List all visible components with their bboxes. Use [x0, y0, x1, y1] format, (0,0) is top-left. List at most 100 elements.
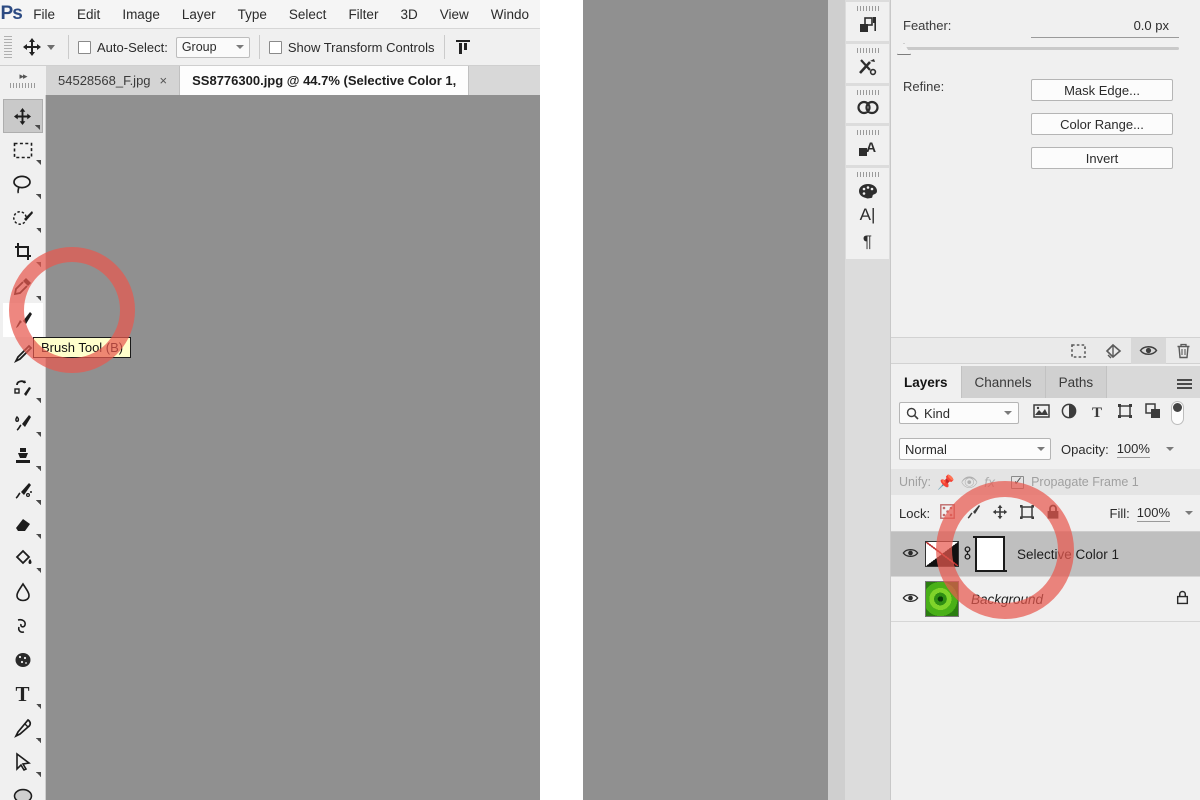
layer-thumbnail-image[interactable] — [925, 581, 959, 617]
layer-filter-kind-dropdown[interactable]: Kind — [899, 402, 1019, 424]
align-top-edges-icon[interactable] — [454, 38, 472, 56]
show-transform-controls-checkbox[interactable] — [268, 40, 282, 54]
menu-item-3d[interactable]: 3D — [389, 0, 428, 29]
tool-flyout-indicator — [35, 296, 41, 301]
lock-artboard-icon[interactable] — [1019, 504, 1035, 523]
table-row[interactable]: Selective Color 1 — [891, 532, 1200, 577]
tool-clone-stamp-tool[interactable] — [3, 371, 43, 405]
tool-lasso-tool[interactable] — [3, 167, 43, 201]
panel-grip-dots — [10, 83, 36, 88]
layer-mask-link-icon[interactable] — [959, 544, 975, 565]
feather-value[interactable]: 0.0 px — [1134, 18, 1169, 33]
menu-item-window[interactable]: Windo — [480, 0, 540, 29]
layer-visibility-toggle[interactable] — [895, 546, 925, 562]
shape-layers-icon[interactable] — [1113, 403, 1137, 423]
menu-item-filter[interactable]: Filter — [337, 0, 389, 29]
type-layers-icon[interactable]: T — [1085, 405, 1109, 422]
invert-button[interactable]: Invert — [1031, 147, 1173, 169]
document-tab-1[interactable]: 54528568_F.jpg × — [46, 66, 181, 95]
dock-tool-presets[interactable] — [846, 44, 889, 83]
unify-style-icon[interactable]: fx — [984, 474, 995, 490]
document-tab-2[interactable]: SS8776300.jpg @ 44.7% (Selective Color 1… — [180, 66, 470, 95]
canvas-area-middle[interactable] — [583, 0, 845, 800]
tool-type-tool[interactable]: T — [3, 677, 43, 711]
character-icon[interactable]: A| — [860, 206, 876, 223]
tool-pen-tool[interactable] — [3, 711, 43, 745]
layer-thumbnail-adjustment[interactable] — [925, 541, 959, 567]
right-panel-dock: Feather: 0.0 px Refine: Mask Edge... Col… — [890, 0, 1200, 800]
tool-crop-tool[interactable] — [3, 235, 43, 269]
auto-select-label: Auto-Select: — [97, 39, 168, 55]
tool-move-tool[interactable] — [2, 99, 43, 133]
tool-quick-selection-tool[interactable] — [3, 201, 43, 235]
propagate-frame-checkbox[interactable] — [1011, 474, 1025, 489]
panel-menu-icon[interactable] — [1177, 379, 1192, 390]
menu-item-view[interactable]: View — [429, 0, 480, 29]
unify-position-icon[interactable]: 📌 — [937, 474, 954, 491]
menu-item-file[interactable]: File — [22, 0, 66, 29]
toggle-mask-visibility-icon[interactable] — [1131, 337, 1166, 364]
pixel-layers-icon[interactable] — [1029, 404, 1053, 422]
tab-channels[interactable]: Channels — [961, 366, 1046, 398]
swatches-icon[interactable] — [857, 182, 879, 201]
tool-blur-tool[interactable] — [3, 575, 43, 609]
tool-sponge-tool[interactable] — [3, 643, 43, 677]
panel-dock-strip: A A| ¶ — [845, 0, 890, 800]
menu-item-image[interactable]: Image — [111, 0, 171, 29]
tool-eyedropper-tool[interactable] — [3, 269, 43, 303]
mask-edge-button[interactable]: Mask Edge... — [1031, 79, 1173, 101]
chevron-down-icon[interactable] — [1165, 447, 1174, 451]
lock-position-icon[interactable] — [992, 504, 1008, 523]
tool-panel-collapse-toggle[interactable]: ▸▸ — [0, 66, 46, 95]
lock-image-pixels-icon[interactable] — [966, 504, 981, 522]
chevron-down-icon[interactable] — [1185, 511, 1193, 515]
tool-dodge-tool[interactable] — [3, 609, 43, 643]
unify-visibility-icon[interactable]: 👁 — [960, 474, 978, 491]
dock-cc-libraries[interactable] — [846, 86, 889, 123]
tab-layers[interactable]: Layers — [891, 366, 962, 398]
tool-flyout-indicator — [35, 262, 41, 267]
dock-layer-comps[interactable] — [846, 2, 889, 41]
layer-name[interactable]: Selective Color 1 — [1017, 547, 1119, 562]
apply-mask-icon[interactable] — [1096, 338, 1131, 364]
lock-all-icon[interactable] — [1046, 504, 1060, 523]
opacity-value[interactable]: 100% — [1116, 441, 1150, 458]
menu-item-select[interactable]: Select — [278, 0, 338, 29]
auto-select-checkbox[interactable] — [78, 40, 91, 54]
tool-path-selection-tool[interactable] — [3, 745, 43, 779]
close-icon[interactable]: × — [160, 73, 168, 88]
tab-paths[interactable]: Paths — [1045, 366, 1108, 398]
layer-name[interactable]: Background — [971, 592, 1043, 607]
color-range-button[interactable]: Color Range... — [1031, 113, 1173, 135]
smart-object-icon[interactable] — [1141, 403, 1165, 423]
menu-item-edit[interactable]: Edit — [66, 0, 111, 29]
fill-value[interactable]: 100% — [1136, 505, 1170, 522]
feather-slider-track[interactable] — [903, 47, 1179, 50]
tool-healing-brush-tool[interactable] — [3, 405, 43, 439]
paragraph-icon[interactable]: ¶ — [863, 233, 872, 250]
delete-mask-icon[interactable] — [1166, 338, 1200, 364]
layer-filter-toggle[interactable] — [1171, 401, 1184, 425]
table-row[interactable]: Background — [891, 577, 1200, 622]
blend-mode-dropdown[interactable]: Normal — [899, 438, 1051, 460]
menu-item-layer[interactable]: Layer — [171, 0, 227, 29]
dock-adjustments[interactable]: A — [846, 126, 889, 165]
tool-paint-bucket-tool[interactable] — [3, 541, 43, 575]
load-selection-icon[interactable] — [1061, 338, 1096, 364]
adjustment-layers-icon[interactable] — [1057, 403, 1081, 423]
tool-rectangular-marquee-tool[interactable] — [3, 133, 43, 167]
menu-item-type[interactable]: Type — [227, 0, 278, 29]
layers-panel-tab-bar: Layers Channels Paths — [891, 366, 1200, 398]
auto-select-scope-dropdown[interactable]: Group — [175, 36, 250, 58]
active-tool-preset[interactable] — [18, 37, 59, 57]
tool-stamp-tool[interactable] — [3, 439, 43, 473]
tool-smudge-tool[interactable] — [3, 473, 43, 507]
tool-ellipse-tool[interactable] — [3, 779, 43, 800]
lock-transparent-pixels-icon[interactable] — [940, 504, 955, 522]
canvas-area-left[interactable] — [46, 95, 540, 800]
tool-eraser-tool[interactable] — [3, 507, 43, 541]
tool-brush-tool[interactable] — [2, 303, 43, 337]
layer-mask-thumbnail[interactable] — [973, 536, 1007, 572]
layer-visibility-toggle[interactable] — [895, 591, 925, 607]
options-bar-grip[interactable] — [4, 36, 12, 58]
